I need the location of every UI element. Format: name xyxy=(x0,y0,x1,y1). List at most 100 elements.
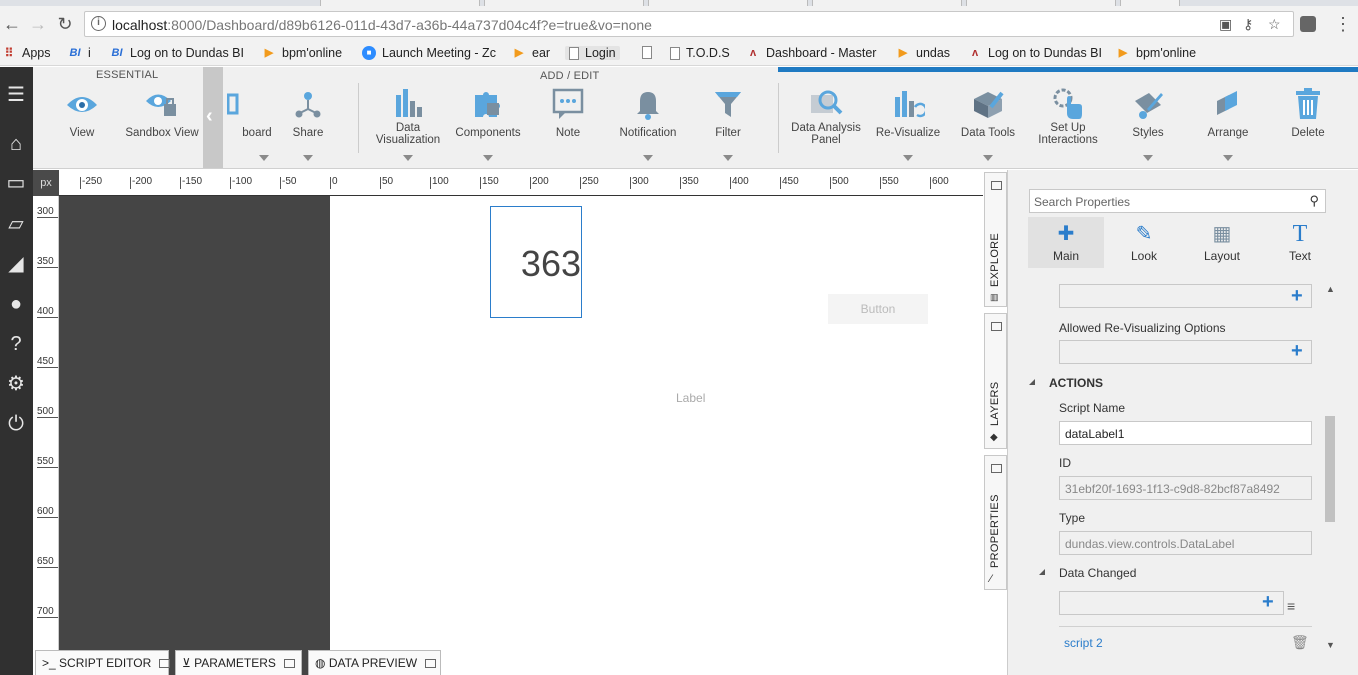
url-field[interactable]: i localhost:8000/Dashboard/d89b6126-011d… xyxy=(84,11,1294,37)
sandbox-view-button[interactable]: Sandbox View xyxy=(122,87,202,167)
blocked-popup-icon[interactable]: ▣ xyxy=(1219,16,1232,33)
bookmark-item[interactable]: ▶ bpm'online xyxy=(262,46,342,60)
minimize-icon[interactable] xyxy=(425,659,437,669)
notification-button[interactable]: Notification xyxy=(608,87,688,167)
button-control[interactable]: Button xyxy=(828,294,928,324)
home-icon[interactable]: ⌂ xyxy=(3,131,29,157)
properties-tab[interactable]: PROPERTIES ⁄ xyxy=(984,455,1007,590)
filter-button[interactable]: Filter xyxy=(688,87,768,167)
add-icon[interactable]: + xyxy=(1291,341,1303,361)
styles-button[interactable]: Styles xyxy=(1108,87,1188,167)
minimize-icon[interactable] xyxy=(991,322,1002,331)
tab-text[interactable]: T Text xyxy=(1262,217,1338,268)
ruler-tick-label: 500 xyxy=(37,406,58,418)
collection-field[interactable] xyxy=(1059,284,1312,308)
tab-layout[interactable]: ▦ Layout xyxy=(1184,217,1260,268)
extension-icon[interactable] xyxy=(1300,16,1316,32)
add-icon[interactable]: + xyxy=(1291,286,1303,306)
explore-icon[interactable]: ◢ xyxy=(3,251,29,277)
bookmark-item[interactable]: BI Log on to Dundas BI xyxy=(110,46,244,60)
allowed-revisualizing-field[interactable] xyxy=(1059,340,1312,364)
delete-script-icon[interactable]: 🗑 xyxy=(1291,634,1309,651)
bookmark-item[interactable]: ■ Launch Meeting - Zc xyxy=(362,46,496,60)
script-link[interactable]: script 2 xyxy=(1064,636,1103,650)
help-icon[interactable]: ? xyxy=(3,331,29,357)
collapse-triangle-icon[interactable] xyxy=(1039,569,1045,575)
divider xyxy=(1059,626,1312,627)
terminal-icon: >_ xyxy=(42,656,56,670)
power-icon[interactable]: ⏻ xyxy=(3,411,29,437)
data-visualization-button[interactable]: Data Visualization xyxy=(368,87,448,167)
data-tools-button[interactable]: Data Tools xyxy=(948,87,1028,167)
scroll-down-icon[interactable]: ▼ xyxy=(1326,640,1335,650)
script-name-field[interactable]: dataLabel1 xyxy=(1059,421,1312,445)
page-icon xyxy=(569,46,579,60)
projects-icon[interactable]: ▭ xyxy=(3,170,29,196)
chevron-down-icon xyxy=(983,155,993,161)
ruler-tick-label: -150 xyxy=(180,176,203,189)
scroll-up-icon[interactable]: ▲ xyxy=(1326,284,1335,294)
search-input[interactable] xyxy=(1034,193,1294,211)
label-control[interactable]: Label xyxy=(676,391,705,405)
view-button[interactable]: View xyxy=(42,87,122,167)
add-icon[interactable]: + xyxy=(1262,592,1274,612)
data-analysis-panel-button[interactable]: Data Analysis Panel xyxy=(786,87,866,167)
tab-look[interactable]: ✎ Look xyxy=(1106,217,1182,268)
ruler-tick-label: 550 xyxy=(880,176,899,189)
info-icon[interactable]: i xyxy=(91,16,106,31)
explore-tab[interactable]: EXPLORE ▥ xyxy=(984,172,1007,307)
reload-icon[interactable]: ↻ xyxy=(55,14,75,34)
bookmark-item[interactable]: ▶ ear xyxy=(512,46,550,60)
new-file-icon[interactable]: ▱ xyxy=(3,211,29,237)
star-icon[interactable]: ☆ xyxy=(1268,16,1281,33)
back-icon[interactable]: ← xyxy=(2,14,22,34)
layers-icon: ◆ xyxy=(990,432,998,443)
data-preview-tab[interactable]: ◍ DATA PREVIEW xyxy=(308,650,441,675)
set-up-interactions-button[interactable]: Set Up Interactions xyxy=(1028,87,1108,167)
dashboard-canvas[interactable]: px -250 -200 -150 -100 -50 0 50 100 150 200 250 300… xyxy=(33,170,983,675)
user-icon[interactable]: ● xyxy=(3,291,29,317)
bookmark-item[interactable]: Login xyxy=(565,46,620,60)
url-text[interactable]: localhost:8000/Dashboard/d89b6126-011d-4… xyxy=(112,17,652,33)
interactions-icon xyxy=(1053,88,1082,119)
data-label-control[interactable]: 363 xyxy=(490,206,582,318)
settings-gear-icon[interactable]: ⚙ xyxy=(3,371,29,397)
list-menu-icon[interactable]: ≡ xyxy=(1287,598,1295,614)
components-button[interactable]: Components xyxy=(448,87,528,167)
key-icon[interactable]: ⚷ xyxy=(1243,16,1253,33)
script-editor-tab[interactable]: >_ SCRIPT EDITOR xyxy=(35,650,171,675)
minimize-icon[interactable] xyxy=(283,659,295,669)
bookmark-item[interactable]: T.O.D.S xyxy=(670,46,730,60)
bookmark-item[interactable]: BI i xyxy=(68,46,91,60)
bookmark-item[interactable]: ʌ Dashboard - Master xyxy=(746,46,877,60)
menu-icon[interactable]: ⋮ xyxy=(1334,14,1352,35)
tab-main[interactable]: ✚ Main xyxy=(1028,217,1104,268)
collapse-triangle-icon[interactable] xyxy=(1029,379,1035,385)
search-properties[interactable]: ⚲ xyxy=(1029,189,1326,213)
page-icon xyxy=(670,46,680,60)
layers-tab[interactable]: LAYERS ◆ xyxy=(984,313,1007,449)
properties-scrollbar[interactable]: ▲ ▼ xyxy=(1323,282,1337,652)
minimize-icon[interactable] xyxy=(991,181,1002,190)
arrange-button[interactable]: Arrange xyxy=(1188,87,1268,167)
bookmark-apps[interactable]: ⠿ Apps xyxy=(2,46,51,60)
analysis-panel-icon xyxy=(811,90,843,115)
minimize-icon[interactable] xyxy=(991,464,1002,473)
forward-icon[interactable]: → xyxy=(28,14,48,34)
delete-button[interactable]: Delete xyxy=(1268,87,1348,167)
minimize-icon[interactable] xyxy=(159,659,171,669)
bookmark-item[interactable]: ʌ Log on to Dundas BI xyxy=(968,46,1102,60)
re-visualize-button[interactable]: Re-Visualize xyxy=(868,87,948,167)
dundas-icon: ʌ xyxy=(749,47,757,59)
share-button[interactable]: Share xyxy=(268,87,348,167)
bookmark-item[interactable]: ▶ undas xyxy=(896,46,950,60)
note-button[interactable]: Note xyxy=(528,87,608,167)
parameters-tab[interactable]: ⊻ PARAMETERS xyxy=(175,650,302,675)
hamburger-menu-icon[interactable]: ☰ xyxy=(3,82,29,108)
bookmark-item[interactable] xyxy=(642,46,652,59)
scrollbar-thumb[interactable] xyxy=(1325,416,1335,522)
data-changed-field[interactable] xyxy=(1059,591,1284,615)
bookmark-item[interactable]: ▶ bpm'online xyxy=(1116,46,1196,60)
address-bar: ← → ↻ i localhost:8000/Dashboard/d89b612… xyxy=(0,6,1358,42)
search-icon[interactable]: ⚲ xyxy=(1309,193,1319,209)
